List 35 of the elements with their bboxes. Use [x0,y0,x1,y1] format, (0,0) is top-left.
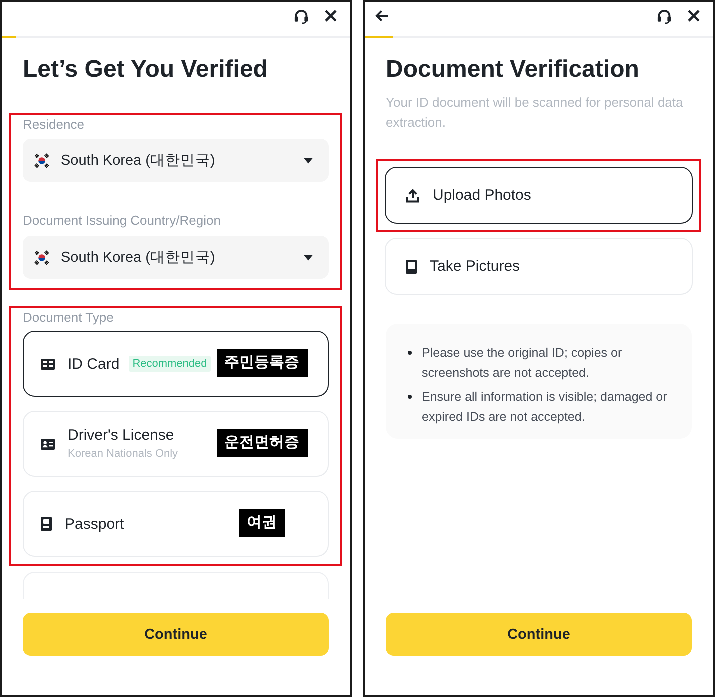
dropdown-caret-icon [304,158,313,164]
field-label: Document Issuing Country/Region [23,213,222,229]
bullet-icon [408,351,412,355]
close-icon[interactable] [688,10,700,22]
field-label: Residence [23,117,86,133]
close-icon[interactable] [325,10,337,22]
annotation-label: 주민등록증 [216,349,308,377]
option-note: Korean Nationals Only [68,447,178,461]
upload-icon [406,188,420,202]
capture-option[interactable]: Take Pictures [385,238,693,295]
screen-subtitle: Your ID document will be scanned for personal data extraction. [386,94,684,132]
support-headset-icon[interactable] [294,8,309,24]
flag-icon [34,152,50,168]
phone-icon [406,260,417,274]
passport-icon [41,517,52,531]
annotation-label: 운전면허증 [216,429,308,457]
screen-title: Document Verification [386,55,640,85]
bullet-icon [408,395,412,399]
capture-option[interactable]: Upload Photos [385,167,693,224]
id-card-icon [41,358,55,370]
continue-button[interactable]: Continue [23,613,329,656]
back-arrow-icon[interactable] [375,10,389,22]
flag-icon [34,250,50,266]
country-select[interactable]: South Korea (대한민국) [23,236,329,279]
license-card-icon [41,438,55,450]
tip-text: Ensure all information is visible; damaged or expired IDs are not accepted. [422,389,668,426]
country-select[interactable]: South Korea (대한민국) [23,139,329,182]
support-headset-icon[interactable] [657,8,672,24]
screen-title: Let’s Get You Verified [23,55,269,85]
recommended-badge: Recommended [128,356,212,372]
annotation-label: 여권 [239,509,285,537]
field-label: Document Type [23,310,115,326]
tip-text: Please use the original ID; copies or screenshots are not accepted. [422,345,624,382]
dropdown-caret-icon [304,254,313,260]
continue-button[interactable]: Continue [386,613,692,656]
